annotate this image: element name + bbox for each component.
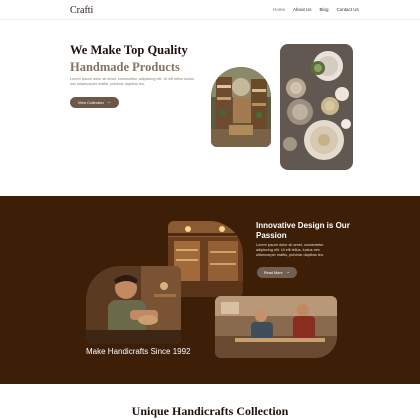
ceramic-plates-image	[280, 44, 353, 170]
nav-contact-link[interactable]: Contact Us	[337, 7, 359, 12]
site-header: Crafti Home About Us Blog Contact Us	[0, 0, 420, 20]
collection-title: Unique Handicrafts Collection	[131, 404, 289, 418]
view-collection-label: View Collection	[77, 100, 104, 105]
hero-title: We Make Top Quality	[70, 43, 188, 57]
craftsmen-workshop-image	[215, 296, 337, 358]
arrow-right-icon: →	[285, 269, 291, 275]
arrow-right-icon: →	[106, 99, 112, 105]
view-collection-button[interactable]: View Collection →	[70, 97, 119, 108]
nav-blog-link[interactable]: Blog	[320, 7, 329, 12]
header-divider	[0, 19, 420, 20]
hero-subtitle: Handmade Products	[70, 60, 180, 74]
hero-description: Lorem ipsum dolor sit amet, consectetur …	[70, 77, 195, 86]
read-more-button[interactable]: Read More →	[257, 267, 297, 278]
potter-working-image	[86, 266, 181, 344]
main-nav: Home About Us Blog Contact Us	[273, 7, 359, 12]
site-logo[interactable]: Crafti	[70, 5, 93, 16]
since-1992-heading: Make Handicrafts Since 1992	[86, 347, 191, 356]
shop-interior-image	[211, 67, 271, 147]
nav-home-link[interactable]: Home	[273, 7, 285, 12]
read-more-label: Read More	[263, 270, 283, 275]
innovation-title: Innovative Design is Our Passion	[256, 221, 350, 240]
nav-about-link[interactable]: About Us	[293, 7, 312, 12]
innovation-description: Lorem ipsum dolor sit amet, consectetur …	[256, 243, 324, 257]
